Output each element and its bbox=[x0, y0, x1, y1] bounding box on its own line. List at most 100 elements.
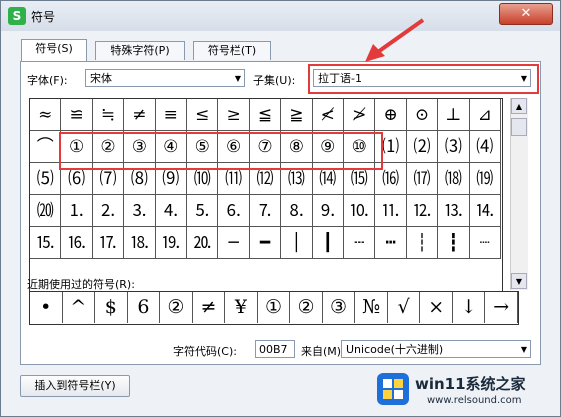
tab-symbols[interactable]: 符号(S) bbox=[21, 39, 87, 61]
symbol-cell[interactable]: ⒎ bbox=[249, 195, 282, 227]
recent-symbol-cell[interactable]: ② bbox=[160, 292, 193, 323]
from-label: 来自(M) bbox=[301, 345, 342, 358]
symbol-cell[interactable]: ⒍ bbox=[218, 195, 250, 227]
recent-symbol-cell[interactable]: ¥ bbox=[225, 292, 258, 323]
scrollbar-thumb[interactable] bbox=[511, 118, 527, 136]
symbol-cell[interactable]: ⒋ bbox=[155, 195, 187, 227]
recent-symbol-cell[interactable]: ^ bbox=[63, 292, 96, 323]
symbol-cell[interactable]: ≌ bbox=[61, 99, 93, 131]
symbol-cell[interactable]: ≤ bbox=[187, 99, 219, 131]
circled-numbers-highlight-box bbox=[59, 132, 383, 170]
from-select-value: Unicode(十六进制) bbox=[346, 343, 444, 356]
watermark-url: www.relsound.com bbox=[427, 395, 522, 406]
symbol-cell[interactable]: ┃ bbox=[312, 227, 344, 259]
symbol-cell[interactable]: ┆ bbox=[406, 227, 439, 259]
subset-highlight-box bbox=[308, 64, 539, 94]
symbol-cell[interactable]: ━ bbox=[249, 227, 282, 259]
symbol-cell[interactable]: ⒈ bbox=[61, 195, 93, 227]
recent-label: 近期使用过的符号(R): bbox=[27, 278, 135, 291]
symbol-dialog: S 符号 ✕ 符号(S) 特殊字符(P) 符号栏(T) 字体(F): 宋体 ▼ … bbox=[0, 0, 561, 417]
recent-symbol-cell[interactable]: ≠ bbox=[193, 292, 226, 323]
symbol-cell[interactable]: ─ bbox=[218, 227, 250, 259]
symbol-grid-scrollbar[interactable]: ▲ ▼ bbox=[510, 98, 528, 290]
recent-symbol-cell[interactable]: √ bbox=[388, 292, 421, 323]
symbol-cell[interactable]: ⑸ bbox=[30, 163, 62, 195]
symbol-cell[interactable]: ⒚ bbox=[155, 227, 187, 259]
recent-symbol-cell[interactable]: $ bbox=[95, 292, 128, 323]
insert-to-symbol-bar-button[interactable]: 插入到符号栏(Y) bbox=[20, 375, 130, 397]
recent-symbol-cell[interactable]: • bbox=[30, 292, 63, 323]
window-title: 符号 bbox=[31, 10, 56, 24]
symbol-cell[interactable]: ⒙ bbox=[124, 227, 156, 259]
symbol-cell[interactable]: ⒐ bbox=[312, 195, 344, 227]
windows-logo-icon bbox=[377, 373, 409, 405]
recent-symbol-cell[interactable]: ② bbox=[290, 292, 323, 323]
recent-symbol-cell[interactable]: → bbox=[485, 292, 518, 323]
title-bar: S 符号 ✕ bbox=[1, 1, 560, 31]
symbol-cell[interactable]: ⊿ bbox=[469, 99, 501, 131]
symbol-cell[interactable]: ⒑ bbox=[344, 195, 376, 227]
char-code-input[interactable]: 00B7 bbox=[255, 340, 295, 358]
symbol-cell[interactable]: ⊕ bbox=[375, 99, 407, 131]
symbol-cell[interactable]: ⒉ bbox=[92, 195, 125, 227]
font-select[interactable]: 宋体 ▼ bbox=[85, 69, 245, 87]
symbol-cell[interactable]: ≥ bbox=[218, 99, 250, 131]
recent-symbol-cell[interactable]: ① bbox=[258, 292, 291, 323]
symbol-cell[interactable]: ≦ bbox=[249, 99, 282, 131]
symbol-cell[interactable]: ┈ bbox=[469, 227, 501, 259]
symbol-cell[interactable]: ┄ bbox=[344, 227, 376, 259]
symbol-cell[interactable]: ≡ bbox=[155, 99, 187, 131]
recent-symbol-cell[interactable]: 6 bbox=[128, 292, 161, 323]
symbol-cell[interactable]: │ bbox=[281, 227, 313, 259]
symbol-cell[interactable]: ⒇ bbox=[30, 195, 62, 227]
recent-symbol-cell[interactable]: № bbox=[355, 292, 388, 323]
symbol-cell[interactable]: ⒗ bbox=[61, 227, 93, 259]
subset-label: 子集(U): bbox=[253, 74, 296, 87]
recent-symbol-cell[interactable]: × bbox=[420, 292, 453, 323]
symbol-cell[interactable]: ≒ bbox=[92, 99, 125, 131]
font-label: 字体(F): bbox=[27, 74, 68, 87]
symbol-cell[interactable]: ⑷ bbox=[469, 131, 501, 163]
annotation-arrow-icon bbox=[365, 18, 425, 62]
symbol-cell[interactable]: ⒛ bbox=[187, 227, 219, 259]
symbol-cell[interactable]: ⒕ bbox=[469, 195, 501, 227]
symbol-cell[interactable]: ┅ bbox=[375, 227, 407, 259]
close-button[interactable]: ✕ bbox=[499, 3, 553, 25]
symbol-cell[interactable]: ⑶ bbox=[438, 131, 470, 163]
recent-symbol-cell[interactable]: ③ bbox=[323, 292, 356, 323]
symbol-cell[interactable]: ≮ bbox=[312, 99, 344, 131]
scroll-up-icon[interactable]: ▲ bbox=[511, 98, 527, 114]
symbol-cell[interactable]: ≧ bbox=[281, 99, 313, 131]
symbol-cell[interactable]: ≈ bbox=[30, 99, 62, 131]
chevron-down-icon: ▼ bbox=[234, 74, 241, 83]
scroll-down-icon[interactable]: ▼ bbox=[511, 273, 527, 289]
symbol-cell[interactable]: ⒏ bbox=[281, 195, 313, 227]
tab-symbol-bar[interactable]: 符号栏(T) bbox=[193, 41, 271, 60]
symbol-cell[interactable]: ⒊ bbox=[124, 195, 156, 227]
symbol-cell[interactable]: ⒖ bbox=[30, 227, 62, 259]
font-select-value: 宋体 bbox=[90, 72, 112, 85]
symbol-cell[interactable]: ⊥ bbox=[438, 99, 470, 131]
symbol-cell[interactable]: ⑵ bbox=[406, 131, 439, 163]
tab-special-characters[interactable]: 特殊字符(P) bbox=[95, 41, 185, 60]
chevron-down-icon: ▼ bbox=[520, 345, 527, 354]
recent-symbols-grid: • ^ $6 ② ≠ ¥ ① ② ③ № √ × ↓ → bbox=[29, 291, 519, 325]
symbol-cell[interactable]: ⌒ bbox=[30, 131, 62, 163]
symbol-cell[interactable]: ≠ bbox=[124, 99, 156, 131]
watermark: win11系统之家 www.relsound.com bbox=[375, 365, 561, 417]
symbol-cell[interactable]: ⒄ bbox=[406, 163, 439, 195]
symbol-cell[interactable]: ⒆ bbox=[469, 163, 501, 195]
from-select[interactable]: Unicode(十六进制) ▼ bbox=[341, 340, 531, 358]
wps-app-icon: S bbox=[8, 7, 26, 25]
symbol-cell[interactable]: ⒌ bbox=[187, 195, 219, 227]
char-code-label: 字符代码(C): bbox=[173, 345, 237, 358]
symbol-cell[interactable]: ⒅ bbox=[438, 163, 470, 195]
recent-symbol-cell[interactable]: ↓ bbox=[453, 292, 486, 323]
symbol-cell[interactable]: ⊙ bbox=[406, 99, 439, 131]
symbol-cell[interactable]: ⒒ bbox=[375, 195, 407, 227]
symbol-cell[interactable]: ≯ bbox=[344, 99, 376, 131]
symbol-cell[interactable]: ⒓ bbox=[406, 195, 439, 227]
symbol-cell[interactable]: ⒔ bbox=[438, 195, 470, 227]
symbol-cell[interactable]: ┇ bbox=[438, 227, 470, 259]
symbol-cell[interactable]: ⒘ bbox=[92, 227, 125, 259]
